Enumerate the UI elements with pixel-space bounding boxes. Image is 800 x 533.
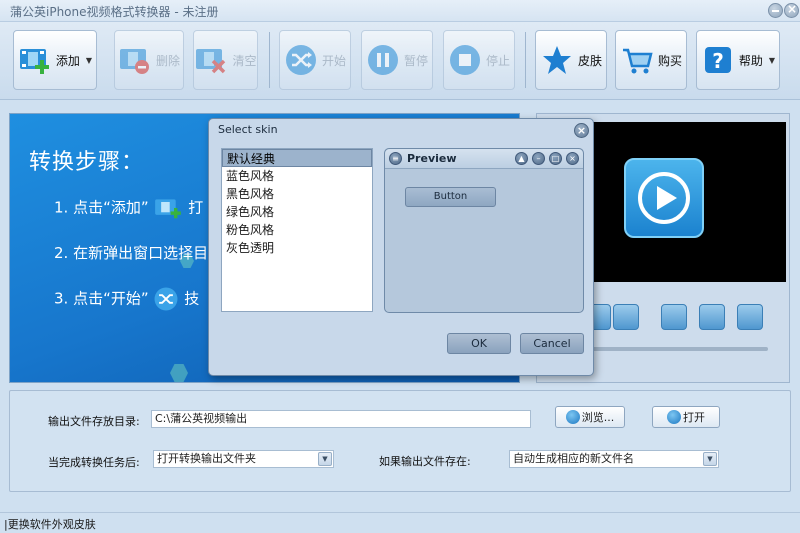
step-2: 2. 在新弹出窗口选择目 [54,244,209,262]
close-icon: × [566,152,579,165]
after-complete-value: 打开转换输出文件夹 [157,452,256,465]
select-skin-dialog: Select skin × 默认经典 蓝色风格 黑色风格 绿色风格 粉色风格 灰… [208,118,594,376]
window-title: 蒲公英iPhone视频格式转换器 - 未注册 [10,5,219,19]
step-1-text: 1. 点击“添加” [54,198,149,217]
shuffle-icon [154,287,178,311]
steps-title: 转换步骤： [29,150,145,175]
step-3: 3. 点击“开始” 技 [54,286,199,312]
close-button[interactable] [784,2,799,18]
step-3-text: 3. 点击“开始” [54,289,149,308]
title-bar: 蒲公英iPhone视频格式转换器 - 未注册 [0,0,800,22]
shopping-cart-icon [622,48,653,74]
browse-button[interactable]: 浏览... [555,406,625,428]
chevron-down-icon[interactable]: ▼ [703,452,717,466]
close-icon[interactable]: × [574,123,589,138]
skin-label: 皮肤 [577,53,602,68]
camera-icon[interactable] [699,304,725,330]
stop-icon [449,45,480,75]
stop-button[interactable]: 停止 [443,30,515,90]
add-video-icon [19,49,49,74]
after-complete-select[interactable]: 打开转换输出文件夹 ▼ [153,450,334,468]
start-button[interactable]: 开始 [279,30,351,90]
browse-label: 浏览... [581,411,615,424]
volume-icon[interactable] [661,304,687,330]
buy-label: 购买 [657,53,682,68]
skin-item[interactable]: 蓝色风格 [222,167,372,185]
film-reel-icon [565,410,580,424]
if-exists-select[interactable]: 自动生成相应的新文件名 ▼ [509,450,719,468]
fullscreen-icon[interactable] [613,304,639,330]
help-label: 帮助 [738,53,763,68]
pause-button[interactable]: 暂停 [361,30,433,90]
skin-button[interactable]: 皮肤 [535,30,607,90]
folder-icon[interactable] [737,304,763,330]
help-icon: ? [704,47,731,73]
play-icon[interactable] [624,158,704,238]
delete-button[interactable]: 删除 [114,30,184,90]
output-dir-label: 输出文件存放目录: [48,415,140,428]
start-label: 开始 [321,53,346,68]
status-bar: |更换软件外观皮肤 [0,512,800,533]
chevron-down-icon[interactable]: ▼ [318,452,332,466]
add-label: 添加 [55,53,80,68]
film-reel-icon [667,410,681,424]
pause-label: 暂停 [403,53,428,68]
help-button[interactable]: ? 帮助 ▼ [696,30,780,90]
maximize-icon: □ [549,152,562,165]
after-complete-label: 当完成转换任务后: [48,456,140,469]
output-dir-field[interactable]: C:\蒲公英视频输出 [151,410,531,428]
clear-video-icon [196,49,226,74]
toolbar-divider [269,32,270,88]
step-1: 1. 点击“添加” 打 [54,196,203,220]
add-button[interactable]: 添加 ▼ [13,30,97,90]
skin-preview: ≡ Preview ▲ – □ × Button [384,148,584,313]
preview-sample-button: Button [405,187,496,207]
if-exists-value: 自动生成相应的新文件名 [513,452,634,465]
pause-icon [367,45,398,75]
skin-item[interactable]: 粉色风格 [222,221,372,239]
stop-label: 停止 [485,53,510,68]
svg-text:?: ? [712,49,724,73]
open-button[interactable]: 打开 [652,406,720,428]
preview-title: Preview [407,152,457,165]
clear-button[interactable]: 清空 [193,30,258,90]
delete-video-icon [119,49,149,74]
minimize-button[interactable] [768,3,783,18]
preview-title-bar: ≡ Preview ▲ – □ × [385,149,583,169]
star-icon [542,46,571,74]
toolbar-divider [525,32,526,88]
skin-item[interactable]: 黑色风格 [222,185,372,203]
chevron-down-icon[interactable]: ▼ [769,56,775,65]
status-text: |更换软件外观皮肤 [4,518,96,531]
output-options-panel: 输出文件存放目录: C:\蒲公英视频输出 浏览... 打开 当完成转换任务后: … [9,390,791,492]
skin-item[interactable]: 灰色透明 [222,239,372,257]
skin-list: 默认经典 蓝色风格 黑色风格 绿色风格 粉色风格 灰色透明 [221,148,373,312]
minimize-icon: – [532,152,545,165]
step-3-tail: 技 [184,289,200,308]
shuffle-icon [285,45,316,75]
if-exists-label: 如果输出文件存在: [379,455,471,468]
open-label: 打开 [683,411,705,424]
ok-button[interactable]: OK [447,333,511,354]
clear-label: 清空 [232,53,257,68]
delete-label: 删除 [155,53,180,68]
toolbar: 添加 ▼ 删除 清空 开始 暂停 停止 皮肤 购买 ? 帮助 ▼ [0,22,800,100]
step-1-tail: 打 [188,198,204,217]
cancel-button[interactable]: Cancel [520,333,584,354]
buy-button[interactable]: 购买 [615,30,687,90]
decorative-hexagon [170,364,188,382]
skin-item[interactable]: 绿色风格 [222,203,372,221]
skin-item[interactable]: 默认经典 [222,149,372,167]
seek-bar[interactable] [592,347,768,351]
add-video-icon [155,199,182,219]
chevron-down-icon[interactable]: ▼ [86,56,92,65]
collapse-icon: ▲ [515,152,528,165]
menu-icon: ≡ [389,152,402,165]
dialog-title: Select skin [218,123,278,136]
